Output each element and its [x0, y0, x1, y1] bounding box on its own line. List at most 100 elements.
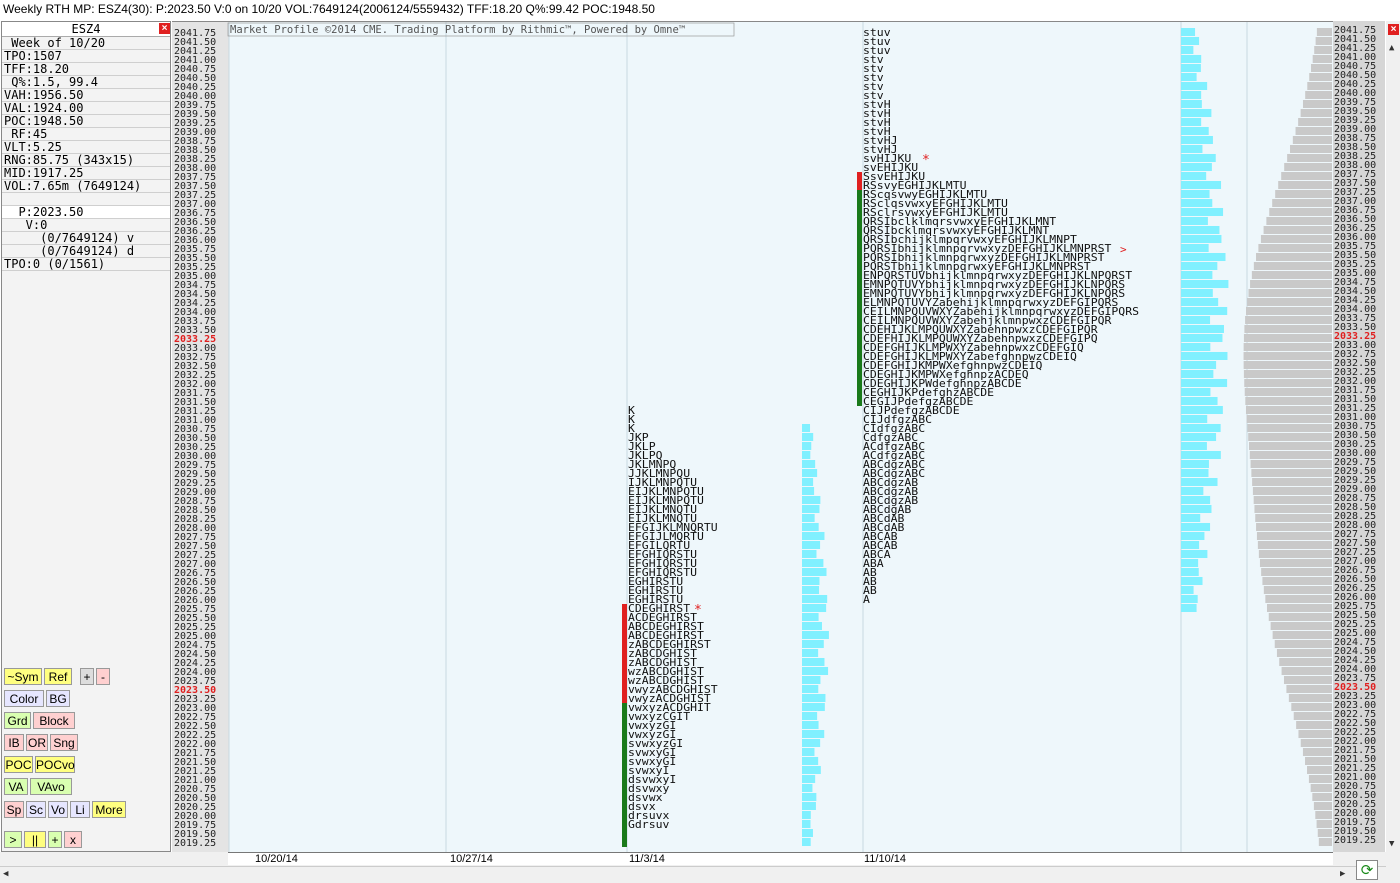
volume-bar: [802, 541, 821, 549]
volume-bar: [1181, 253, 1226, 261]
composite-profile-bar: [1302, 100, 1332, 108]
close-button[interactable]: x: [64, 831, 82, 848]
btn-VAvo[interactable]: VAvo: [30, 778, 72, 795]
volume-bar: [1181, 523, 1211, 531]
composite-profile-bar: [1244, 325, 1332, 333]
scroll-up-icon[interactable]: ▲: [1389, 43, 1394, 53]
volume-bar: [802, 604, 827, 612]
volume-bar: [1181, 64, 1201, 72]
volume-bar: [802, 577, 820, 585]
add-button[interactable]: +: [48, 831, 62, 848]
scroll-left-icon[interactable]: ◀: [3, 869, 8, 879]
composite-profile-bar: [1292, 136, 1332, 144]
volume-bar: [1181, 541, 1200, 549]
composite-profile-bar: [1243, 352, 1332, 360]
play-button[interactable]: >: [4, 831, 22, 848]
composite-profile-bar: [1308, 775, 1332, 783]
volume-bar: [1181, 163, 1212, 171]
composite-profile-bar: [1284, 163, 1332, 171]
volume-bar: [1181, 46, 1194, 54]
volume-bar: [1181, 343, 1211, 351]
composite-profile-bar: [1262, 577, 1332, 585]
window-title: Weekly RTH MP: ESZ4(30): P:2023.50 V:0 o…: [0, 0, 1400, 19]
volume-bar: [802, 622, 822, 630]
volume-bar: [1181, 514, 1201, 522]
volume-bar: [802, 613, 819, 621]
volume-bar: [1181, 289, 1213, 297]
composite-profile-bar: [1307, 766, 1332, 774]
refresh-icon[interactable]: ⟳: [1356, 860, 1378, 880]
volume-bar: [1181, 55, 1202, 63]
composite-profile-bar: [1245, 397, 1332, 405]
volume-bar: [1181, 73, 1197, 81]
volume-bar: [1181, 550, 1208, 558]
volume-bar: [1181, 118, 1202, 126]
scroll-right-icon[interactable]: ▶: [1340, 869, 1345, 879]
volume-bar: [802, 829, 813, 837]
volume-bar: [802, 451, 811, 459]
volume-bar: [802, 811, 811, 819]
composite-profile-bar: [1312, 793, 1332, 801]
composite-profile-bar: [1256, 253, 1332, 261]
composite-profile-bar: [1248, 433, 1332, 441]
close-icon[interactable]: ×: [159, 23, 170, 34]
chart-area[interactable]: 2041.75 2041.50 2041.25 2041.00 2040.75 2040.…: [172, 21, 1333, 852]
btn-Grd[interactable]: Grd: [4, 712, 31, 729]
composite-profile-bar: [1275, 190, 1332, 198]
btn-Vo[interactable]: Vo: [48, 801, 68, 818]
composite-profile-bar: [1305, 757, 1332, 765]
volume-bar: [802, 667, 829, 675]
volume-bar: [1181, 145, 1203, 153]
horizontal-scrollbar[interactable]: ◀ ▶: [0, 866, 1386, 883]
composite-profile-bar: [1307, 82, 1332, 90]
composite-profile-bar: [1268, 613, 1332, 621]
composite-profile-bar: [1266, 217, 1332, 225]
volume-bar: [1181, 487, 1204, 495]
btn-Sng[interactable]: Sng: [50, 734, 78, 751]
vertical-scrollbar[interactable]: × ▲ ▼: [1386, 21, 1400, 852]
volume-bar: [1181, 352, 1228, 360]
btn-Sc[interactable]: Sc: [26, 801, 46, 818]
composite-profile-bar: [1295, 127, 1332, 135]
composite-profile-bar: [1305, 91, 1332, 99]
composite-profile-bar: [1246, 415, 1332, 423]
close-marker-icon: >: [1120, 243, 1127, 256]
btn-BG[interactable]: BG: [46, 690, 70, 707]
btn-Ref[interactable]: Ref: [44, 668, 72, 685]
price-axis-right: 2041.75 2041.50 2041.25 2041.00 2040.75 2040.…: [1333, 21, 1385, 852]
volume-bar: [1181, 460, 1209, 468]
scroll-down-icon[interactable]: ▼: [1389, 839, 1394, 849]
btn-Sym[interactable]: ~Sym: [4, 668, 42, 685]
close-chart-icon[interactable]: ×: [1388, 24, 1399, 35]
composite-profile-bar: [1272, 631, 1332, 639]
remove-button[interactable]: -: [96, 668, 110, 685]
btn-More[interactable]: More: [92, 801, 126, 818]
btn-Block[interactable]: Block: [33, 712, 75, 729]
volume-bar: [802, 676, 821, 684]
btn-OR[interactable]: OR: [26, 734, 48, 751]
btn-POC[interactable]: POC: [4, 756, 33, 773]
symbol-header: ESZ4: [2, 22, 170, 37]
btn-POCvo[interactable]: POCvo: [35, 756, 75, 773]
volume-bar: [802, 496, 821, 504]
pause-button[interactable]: ||: [24, 831, 46, 848]
volume-bar: [802, 478, 814, 486]
date-label: 11/10/14: [864, 853, 907, 865]
symbol-info-panel: ESZ4 × Week of 10/20 TPO:1507 TFF:18.20 Q%…: [1, 21, 171, 852]
volume-bar: [1181, 505, 1212, 513]
composite-profile-bar: [1253, 496, 1332, 504]
btn-Sp[interactable]: Sp: [4, 801, 24, 818]
composite-profile-bar: [1298, 730, 1332, 738]
btn-Li[interactable]: Li: [70, 801, 90, 818]
composite-profile-bar: [1251, 271, 1332, 279]
volume-bar: [802, 460, 816, 468]
volume-bar: [802, 586, 820, 594]
btn-IB[interactable]: IB: [4, 734, 24, 751]
volume-bar: [1181, 604, 1197, 612]
btn-VA[interactable]: VA: [4, 778, 28, 795]
composite-profile-bar: [1263, 586, 1332, 594]
add-button[interactable]: +: [80, 668, 94, 685]
volume-bar: [1181, 595, 1198, 603]
volume-bar: [1181, 577, 1203, 585]
btn-Color[interactable]: Color: [4, 690, 44, 707]
